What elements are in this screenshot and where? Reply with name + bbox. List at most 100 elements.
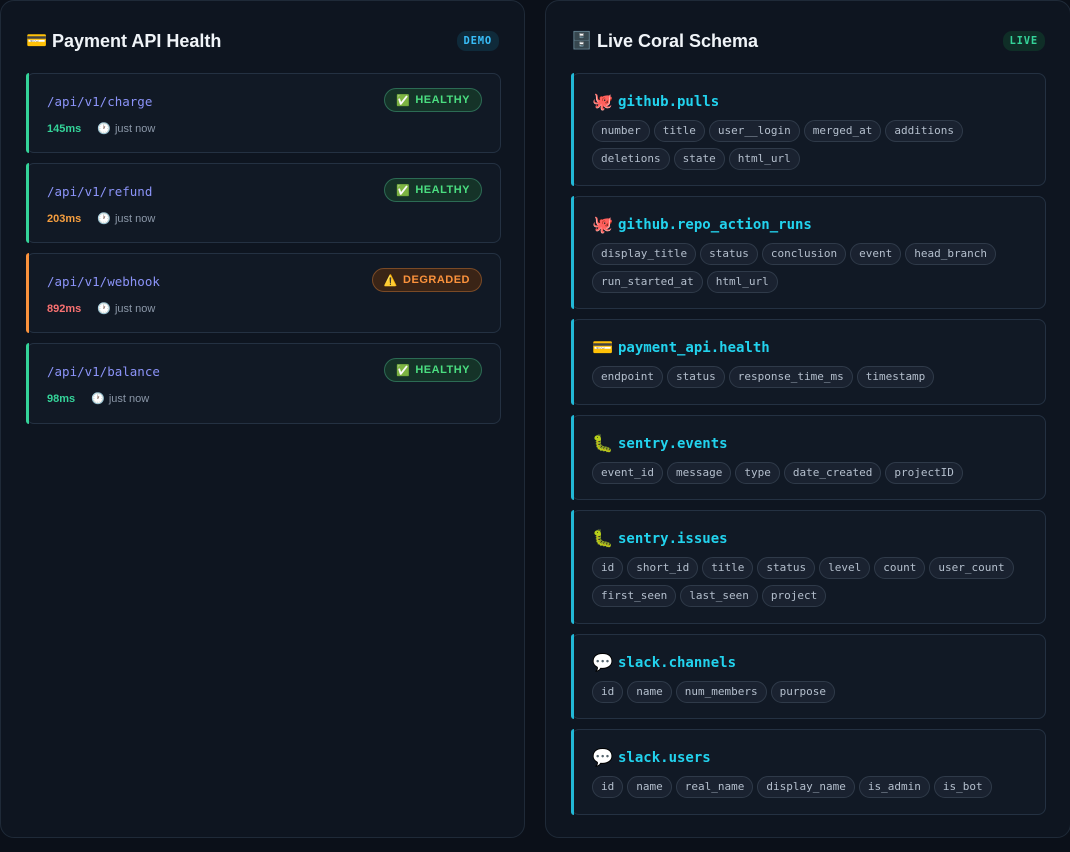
column-list: event_id message type date_created projectID [592, 462, 1025, 484]
schema-table-github-repo-action-runs[interactable]: 🐙 github.repo_action_runs display_title s… [571, 196, 1046, 309]
octopus-icon: 🐙 [592, 215, 614, 234]
panel-title: Payment API Health [52, 30, 222, 51]
column-chip: state [673, 148, 725, 170]
column-chip: message [666, 462, 732, 484]
last-checked: just now [108, 392, 150, 405]
status-badge: ✅ HEALTHY [384, 88, 482, 112]
endpoint-path: /api/v1/charge [47, 94, 153, 109]
column-chip: num_members [675, 681, 767, 703]
check-icon: ✅ [396, 184, 411, 197]
warning-icon: ⚠️ [383, 274, 399, 287]
table-name: github.repo_action_runs [618, 217, 812, 233]
column-list: id name real_name display_name is_admin is_bo… [592, 776, 1025, 798]
column-chip: response_time_ms [728, 366, 853, 388]
endpoint-card-webhook[interactable]: /api/v1/webhook ⚠️ DEGRADED 892ms 🕐 just… [26, 253, 501, 333]
column-list: number title user__login merged_at additions… [592, 120, 1025, 170]
column-chip: status [666, 366, 725, 388]
endpoint-card-charge[interactable]: /api/v1/charge ✅ HEALTHY 145ms 🕐 just no… [26, 73, 501, 153]
endpoint-card-refund[interactable]: /api/v1/refund ✅ HEALTHY 203ms 🕐 just no… [26, 163, 501, 243]
payment-api-health-panel: 💳 Payment API Health DEMO /api/v1/charge… [0, 0, 525, 838]
column-chip: last_seen [680, 585, 758, 607]
column-chip: date_created [783, 462, 882, 484]
check-icon: ✅ [396, 94, 411, 107]
column-chip: level [819, 557, 871, 579]
file-cabinet-icon: 🗄️ [571, 31, 593, 50]
schema-table-sentry-issues[interactable]: 🐛 sentry.issues id short_id title status lev… [571, 510, 1046, 624]
schema-table-payment-api-health[interactable]: 💳 payment_api.health endpoint status respo… [571, 319, 1046, 405]
column-list: id name num_members purpose [592, 681, 1025, 703]
schema-table-sentry-events[interactable]: 🐛 sentry.events event_id message type date_… [571, 415, 1046, 500]
endpoint-card-balance[interactable]: /api/v1/balance ✅ HEALTHY 98ms 🕐 just no… [26, 343, 501, 424]
column-chip: number [592, 120, 650, 142]
column-chip: short_id [627, 557, 699, 579]
column-chip: is_bot [933, 776, 992, 798]
last-checked: just now [114, 122, 156, 135]
column-chip: merged_at [803, 120, 882, 142]
schema-table-github-pulls[interactable]: 🐙 github.pulls number title user__login mer… [571, 73, 1046, 186]
column-chip: additions [885, 120, 963, 142]
table-name: sentry.issues [618, 531, 728, 547]
column-chip: display_name [757, 776, 855, 798]
column-chip: user__login [708, 120, 800, 142]
table-name: slack.channels [618, 655, 737, 671]
latency-value: 98ms [47, 392, 76, 405]
octopus-icon: 🐙 [592, 92, 614, 111]
status-badge: ⚠️ DEGRADED [371, 268, 482, 292]
column-chip: timestamp [856, 366, 935, 388]
panel-header: 💳 Payment API Health DEMO [26, 29, 499, 53]
column-chip: conclusion [761, 243, 847, 265]
column-chip: id [592, 681, 624, 703]
column-chip: title [702, 557, 754, 579]
status-label: HEALTHY [415, 184, 470, 196]
speech-bubble-icon: 💬 [592, 748, 614, 767]
column-chip: projectID [885, 462, 963, 484]
live-coral-schema-panel: 🗄️ Live Coral Schema LIVE 🐙 github.pulls… [545, 0, 1070, 838]
column-list: endpoint status response_time_ms timestamp [592, 366, 1025, 388]
clock-icon: 🕐 [97, 303, 111, 315]
column-chip: name [627, 776, 672, 798]
column-list: display_title status conclusion event head_b… [592, 243, 1025, 293]
column-chip: first_seen [592, 585, 677, 607]
bug-icon: 🐛 [592, 434, 614, 453]
schema-table-slack-channels[interactable]: 💬 slack.channels id name num_members purpos… [571, 634, 1046, 719]
check-icon: ✅ [396, 364, 411, 377]
column-chip: count [874, 557, 926, 579]
clock-icon: 🕐 [97, 213, 111, 225]
table-name: sentry.events [618, 436, 728, 452]
status-badge: ✅ HEALTHY [384, 358, 482, 382]
column-chip: status [700, 243, 758, 265]
column-chip: event [850, 243, 902, 265]
speech-bubble-icon: 💬 [592, 653, 614, 672]
column-chip: head_branch [905, 243, 997, 265]
status-label: HEALTHY [415, 364, 470, 376]
table-name: payment_api.health [618, 340, 770, 356]
column-list: id short_id title status level count user_coun… [592, 557, 1025, 607]
endpoint-path: /api/v1/refund [47, 184, 153, 199]
latency-value: 145ms [47, 122, 82, 135]
column-chip: run_started_at [592, 271, 703, 293]
last-checked: just now [114, 212, 156, 225]
column-chip: user_count [929, 557, 1014, 579]
latency-value: 892ms [47, 302, 82, 315]
endpoint-path: /api/v1/balance [47, 364, 160, 379]
clock-icon: 🕐 [97, 123, 111, 135]
panel-title: Live Coral Schema [597, 30, 759, 51]
panel-header: 🗄️ Live Coral Schema LIVE [571, 29, 1045, 53]
credit-card-icon: 💳 [592, 338, 614, 357]
demo-badge: DEMO [456, 31, 499, 51]
column-chip: is_admin [858, 776, 930, 798]
column-chip: title [653, 120, 705, 142]
column-chip: type [735, 462, 780, 484]
status-badge: ✅ HEALTHY [384, 178, 482, 202]
status-label: HEALTHY [415, 94, 470, 106]
column-chip: project [761, 585, 827, 607]
last-checked: just now [114, 302, 156, 315]
column-chip: real_name [675, 776, 754, 798]
column-chip: id [592, 557, 624, 579]
table-name: github.pulls [618, 94, 720, 110]
endpoint-path: /api/v1/webhook [47, 274, 160, 289]
schema-table-slack-users[interactable]: 💬 slack.users id name real_name display_nam… [571, 729, 1046, 815]
column-chip: event_id [592, 462, 663, 484]
credit-card-icon: 💳 [26, 31, 48, 50]
status-label: DEGRADED [403, 274, 470, 286]
